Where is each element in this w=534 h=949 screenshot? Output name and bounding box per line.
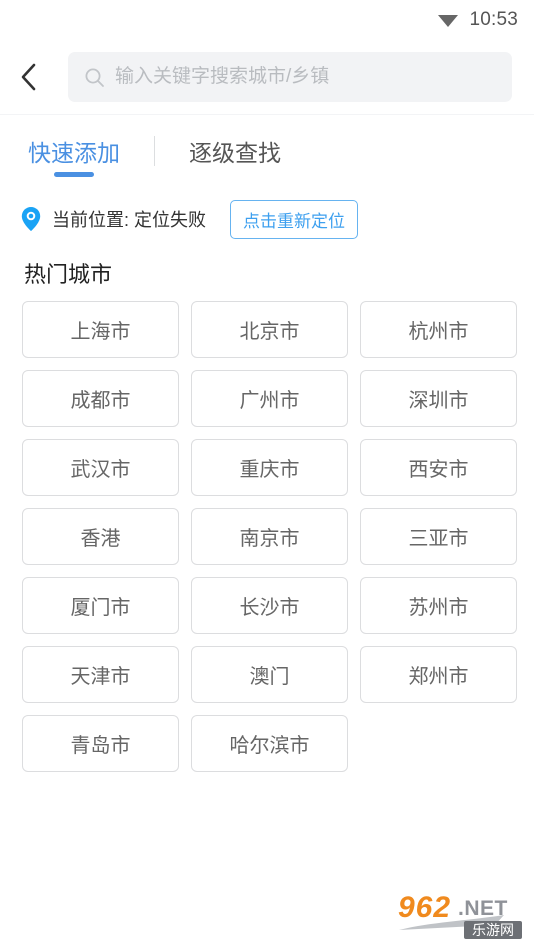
status-bar-right: 10:53 <box>437 9 518 31</box>
city-button[interactable]: 长沙市 <box>191 577 348 634</box>
search-box[interactable] <box>68 52 512 102</box>
search-icon <box>84 67 105 88</box>
city-button[interactable]: 天津市 <box>22 646 179 703</box>
city-button[interactable]: 重庆市 <box>191 439 348 496</box>
hot-cities-grid: 上海市 北京市 杭州市 成都市 广州市 深圳市 武汉市 重庆市 西安市 香港 南… <box>0 301 534 772</box>
wifi-icon <box>437 12 459 28</box>
city-button[interactable]: 广州市 <box>191 370 348 427</box>
tab-step-search[interactable]: 逐级查找 <box>185 115 285 187</box>
site-watermark: 962 .NET 乐游网 <box>396 885 526 941</box>
city-button[interactable]: 成都市 <box>22 370 179 427</box>
city-button[interactable]: 杭州市 <box>360 301 517 358</box>
city-button[interactable]: 西安市 <box>360 439 517 496</box>
city-button[interactable]: 上海市 <box>22 301 179 358</box>
current-location-label: 当前位置: 定位失败 <box>52 210 207 230</box>
tab-separator <box>154 136 155 166</box>
status-bar-clock: 10:53 <box>469 9 518 30</box>
city-button[interactable]: 北京市 <box>191 301 348 358</box>
back-button[interactable] <box>18 55 62 99</box>
city-button[interactable]: 南京市 <box>191 508 348 565</box>
city-button[interactable]: 哈尔滨市 <box>191 715 348 772</box>
tab-quick-add[interactable]: 快速添加 <box>24 115 124 187</box>
svg-text:962: 962 <box>398 891 451 924</box>
city-button[interactable]: 深圳市 <box>360 370 517 427</box>
city-button[interactable]: 三亚市 <box>360 508 517 565</box>
current-location-row: 当前位置: 定位失败 点击重新定位 <box>0 187 534 243</box>
city-button[interactable]: 苏州市 <box>360 577 517 634</box>
location-pin-icon <box>20 206 42 232</box>
city-button[interactable]: 郑州市 <box>360 646 517 703</box>
app-header <box>0 40 534 114</box>
city-button[interactable]: 青岛市 <box>22 715 179 772</box>
status-bar: 10:53 <box>0 0 534 40</box>
relocate-button[interactable]: 点击重新定位 <box>230 199 359 239</box>
city-button[interactable]: 武汉市 <box>22 439 179 496</box>
svg-text:.NET: .NET <box>458 897 508 920</box>
hot-cities-title: 热门城市 <box>24 262 113 287</box>
chevron-left-icon <box>18 62 40 92</box>
search-input[interactable] <box>115 52 496 102</box>
svg-text:乐游网: 乐游网 <box>472 923 514 939</box>
city-button[interactable]: 厦门市 <box>22 577 179 634</box>
city-button[interactable]: 澳门 <box>191 646 348 703</box>
tab-bar: 快速添加 逐级查找 <box>0 115 534 187</box>
city-button[interactable]: 香港 <box>22 508 179 565</box>
